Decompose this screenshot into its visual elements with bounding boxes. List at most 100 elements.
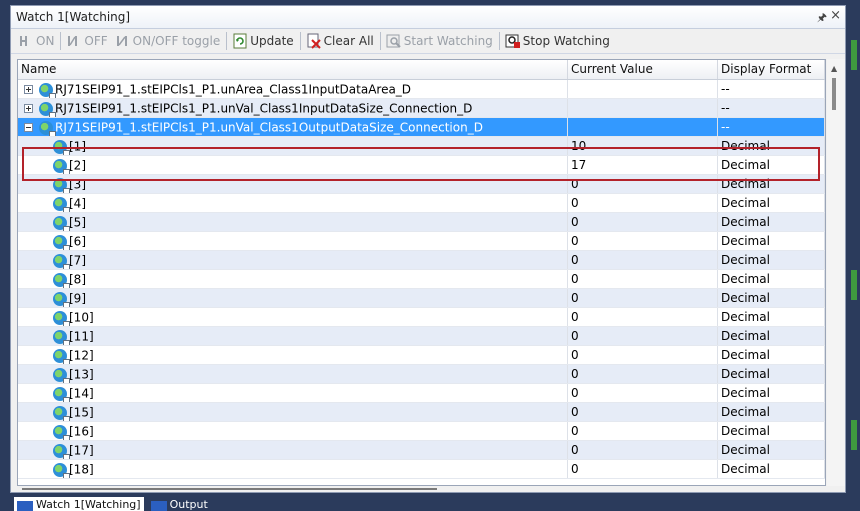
table-row[interactable]: [2] 17 Decimal — [18, 156, 825, 175]
display-format-cell[interactable]: Decimal — [718, 251, 825, 269]
name-cell[interactable]: [6] — [18, 232, 568, 250]
current-value-cell[interactable]: 0 — [568, 194, 718, 212]
current-value-cell[interactable]: 0 — [568, 365, 718, 383]
name-cell[interactable]: [12] — [18, 346, 568, 364]
collapse-icon[interactable] — [24, 123, 33, 132]
table-row[interactable]: [18] 0 Decimal — [18, 460, 825, 479]
table-row[interactable]: RJ71SEIP91_1.stEIPCls1_P1.unArea_Class1I… — [18, 80, 825, 99]
display-format-cell[interactable]: Decimal — [718, 156, 825, 174]
table-row[interactable]: [6] 0 Decimal — [18, 232, 825, 251]
current-value-cell[interactable]: 0 — [568, 403, 718, 421]
stop-watching-button[interactable]: Stop Watching — [502, 31, 614, 51]
display-format-cell[interactable]: Decimal — [718, 327, 825, 345]
horizontal-scrollbar[interactable] — [17, 486, 826, 492]
column-header-current-value[interactable]: Current Value — [568, 60, 718, 79]
table-row[interactable]: [15] 0 Decimal — [18, 403, 825, 422]
table-row[interactable]: [11] 0 Decimal — [18, 327, 825, 346]
name-cell[interactable]: [2] — [18, 156, 568, 174]
display-format-cell[interactable]: Decimal — [718, 194, 825, 212]
on-button[interactable]: ON — [15, 31, 58, 51]
display-format-cell[interactable]: Decimal — [718, 384, 825, 402]
current-value-cell[interactable]: 0 — [568, 175, 718, 193]
table-row[interactable]: [4] 0 Decimal — [18, 194, 825, 213]
expand-icon[interactable] — [24, 104, 33, 113]
display-format-cell[interactable]: Decimal — [718, 137, 825, 155]
table-row[interactable]: [9] 0 Decimal — [18, 289, 825, 308]
expand-icon[interactable] — [24, 85, 33, 94]
display-format-cell[interactable]: Decimal — [718, 175, 825, 193]
display-format-cell[interactable]: Decimal — [718, 460, 825, 478]
current-value-cell[interactable]: 0 — [568, 384, 718, 402]
close-icon[interactable]: × — [830, 8, 841, 23]
table-row[interactable]: [7] 0 Decimal — [18, 251, 825, 270]
column-header-display-format[interactable]: Display Format — [718, 60, 825, 79]
table-row[interactable]: RJ71SEIP91_1.stEIPCls1_P1.unVal_Class1Ou… — [18, 118, 825, 137]
vertical-scrollbar[interactable]: ▲ — [827, 59, 845, 486]
table-row[interactable]: [5] 0 Decimal — [18, 213, 825, 232]
table-row[interactable]: [3] 0 Decimal — [18, 175, 825, 194]
scroll-up-icon[interactable]: ▲ — [831, 64, 837, 73]
display-format-cell[interactable]: Decimal — [718, 346, 825, 364]
display-format-cell[interactable]: Decimal — [718, 441, 825, 459]
name-cell[interactable]: [5] — [18, 213, 568, 231]
name-cell[interactable]: [17] — [18, 441, 568, 459]
name-cell[interactable]: [8] — [18, 270, 568, 288]
current-value-cell[interactable] — [568, 118, 718, 136]
current-value-cell[interactable]: 0 — [568, 289, 718, 307]
current-value-cell[interactable]: 0 — [568, 346, 718, 364]
display-format-cell[interactable]: -- — [718, 99, 825, 117]
table-row[interactable]: [1] 10 Decimal — [18, 137, 825, 156]
name-cell[interactable]: [3] — [18, 175, 568, 193]
table-row[interactable]: [8] 0 Decimal — [18, 270, 825, 289]
table-row[interactable]: [13] 0 Decimal — [18, 365, 825, 384]
current-value-cell[interactable]: 10 — [568, 137, 718, 155]
table-row[interactable]: RJ71SEIP91_1.stEIPCls1_P1.unVal_Class1In… — [18, 99, 825, 118]
table-row[interactable]: [16] 0 Decimal — [18, 422, 825, 441]
current-value-cell[interactable]: 0 — [568, 441, 718, 459]
display-format-cell[interactable]: Decimal — [718, 308, 825, 326]
table-row[interactable]: [14] 0 Decimal — [18, 384, 825, 403]
current-value-cell[interactable] — [568, 80, 718, 98]
display-format-cell[interactable]: Decimal — [718, 365, 825, 383]
name-cell[interactable]: RJ71SEIP91_1.stEIPCls1_P1.unVal_Class1Ou… — [18, 118, 568, 136]
current-value-cell[interactable] — [568, 99, 718, 117]
display-format-cell[interactable]: Decimal — [718, 270, 825, 288]
current-value-cell[interactable]: 0 — [568, 308, 718, 326]
display-format-cell[interactable]: Decimal — [718, 213, 825, 231]
table-row[interactable]: [17] 0 Decimal — [18, 441, 825, 460]
name-cell[interactable]: [14] — [18, 384, 568, 402]
name-cell[interactable]: [10] — [18, 308, 568, 326]
table-row[interactable]: [12] 0 Decimal — [18, 346, 825, 365]
name-cell[interactable]: [16] — [18, 422, 568, 440]
display-format-cell[interactable]: Decimal — [718, 289, 825, 307]
scroll-thumb[interactable] — [832, 78, 836, 110]
table-row[interactable]: [10] 0 Decimal — [18, 308, 825, 327]
current-value-cell[interactable]: 0 — [568, 270, 718, 288]
name-cell[interactable]: [9] — [18, 289, 568, 307]
display-format-cell[interactable]: -- — [718, 118, 825, 136]
name-cell[interactable]: [13] — [18, 365, 568, 383]
name-cell[interactable]: [18] — [18, 460, 568, 478]
current-value-cell[interactable]: 0 — [568, 213, 718, 231]
current-value-cell[interactable]: 17 — [568, 156, 718, 174]
start-watching-button[interactable]: Start Watching — [383, 31, 497, 51]
current-value-cell[interactable]: 0 — [568, 327, 718, 345]
display-format-cell[interactable]: Decimal — [718, 422, 825, 440]
current-value-cell[interactable]: 0 — [568, 422, 718, 440]
clear-all-button[interactable]: Clear All — [303, 31, 378, 51]
name-cell[interactable]: RJ71SEIP91_1.stEIPCls1_P1.unArea_Class1I… — [18, 80, 568, 98]
name-cell[interactable]: RJ71SEIP91_1.stEIPCls1_P1.unVal_Class1In… — [18, 99, 568, 117]
horizontal-scroll-thumb[interactable] — [22, 488, 437, 490]
update-button[interactable]: Update — [229, 31, 297, 51]
name-cell[interactable]: [7] — [18, 251, 568, 269]
pin-icon[interactable]: 🖈 — [817, 9, 827, 28]
display-format-cell[interactable]: Decimal — [718, 403, 825, 421]
current-value-cell[interactable]: 0 — [568, 251, 718, 269]
off-button[interactable]: OFF — [63, 31, 111, 51]
name-cell[interactable]: [1] — [18, 137, 568, 155]
name-cell[interactable]: [15] — [18, 403, 568, 421]
name-cell[interactable]: [11] — [18, 327, 568, 345]
on-off-toggle-button[interactable]: ON/OFF toggle — [112, 31, 225, 51]
name-cell[interactable]: [4] — [18, 194, 568, 212]
current-value-cell[interactable]: 0 — [568, 460, 718, 478]
